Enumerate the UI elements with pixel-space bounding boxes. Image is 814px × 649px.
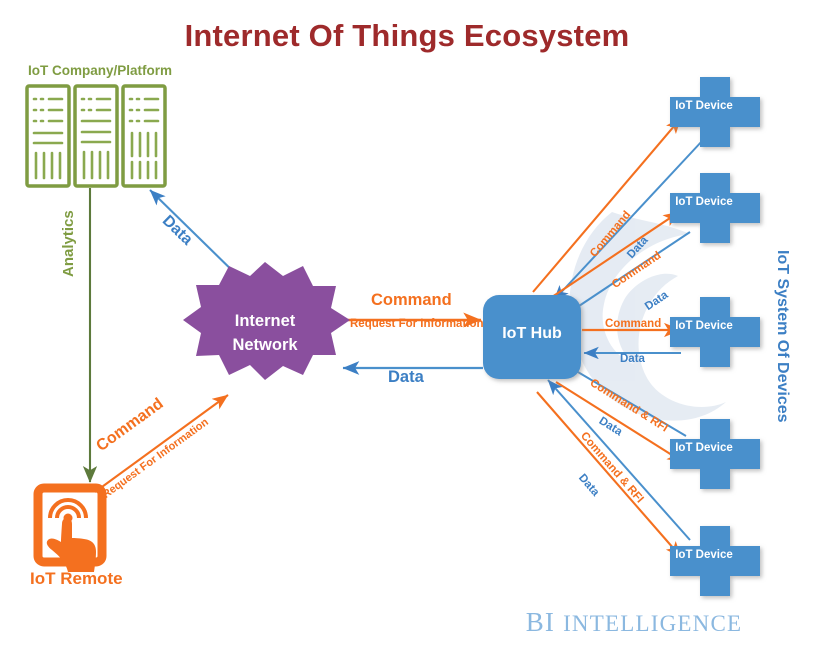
edge-label-hub-network-data: Data — [388, 368, 424, 386]
device-shape-4 — [670, 419, 760, 489]
device-shape-3 — [670, 297, 760, 367]
edge-label-device3-data: Data — [620, 353, 645, 365]
device-label-3: IoT Device — [675, 320, 733, 332]
device-shapes — [670, 77, 760, 596]
network-label-line2: Network — [232, 335, 298, 354]
device-label-2: IoT Device — [675, 196, 733, 208]
brand-name: INTELLIGENCE — [563, 611, 743, 636]
device-label-1: IoT Device — [675, 100, 733, 112]
brand-logo: BI INTELLIGENCE — [484, 607, 784, 638]
brand-prefix: BI — [525, 607, 556, 637]
iot-hub-label: IoT Hub — [502, 325, 562, 342]
edge-label-network-hub-rfi: Request For Information — [350, 318, 484, 330]
device-shape-1 — [670, 77, 760, 147]
edge-label-analytics: Analytics — [60, 210, 77, 277]
platform-label: IoT Company/Platform — [28, 63, 173, 78]
mobile-touch-icon — [33, 483, 107, 572]
device-label-5: IoT Device — [675, 549, 733, 561]
edge-label-device3-command: Command — [605, 318, 662, 330]
network-label-line1: Internet — [234, 312, 296, 330]
internet-network-label: Internet Network — [200, 310, 330, 358]
devices-axis-label: IoT System Of Devices — [774, 250, 791, 423]
server-rack-detail — [32, 97, 160, 180]
device-shape-5 — [670, 526, 760, 596]
server-rack-icon — [25, 84, 167, 188]
remote-label: IoT Remote — [30, 569, 123, 588]
diagram-canvas: Internet Of Things Ecosystem IoT Company… — [0, 0, 814, 649]
edge-label-network-hub-command: Command — [371, 291, 452, 309]
device-label-4: IoT Device — [675, 442, 733, 454]
